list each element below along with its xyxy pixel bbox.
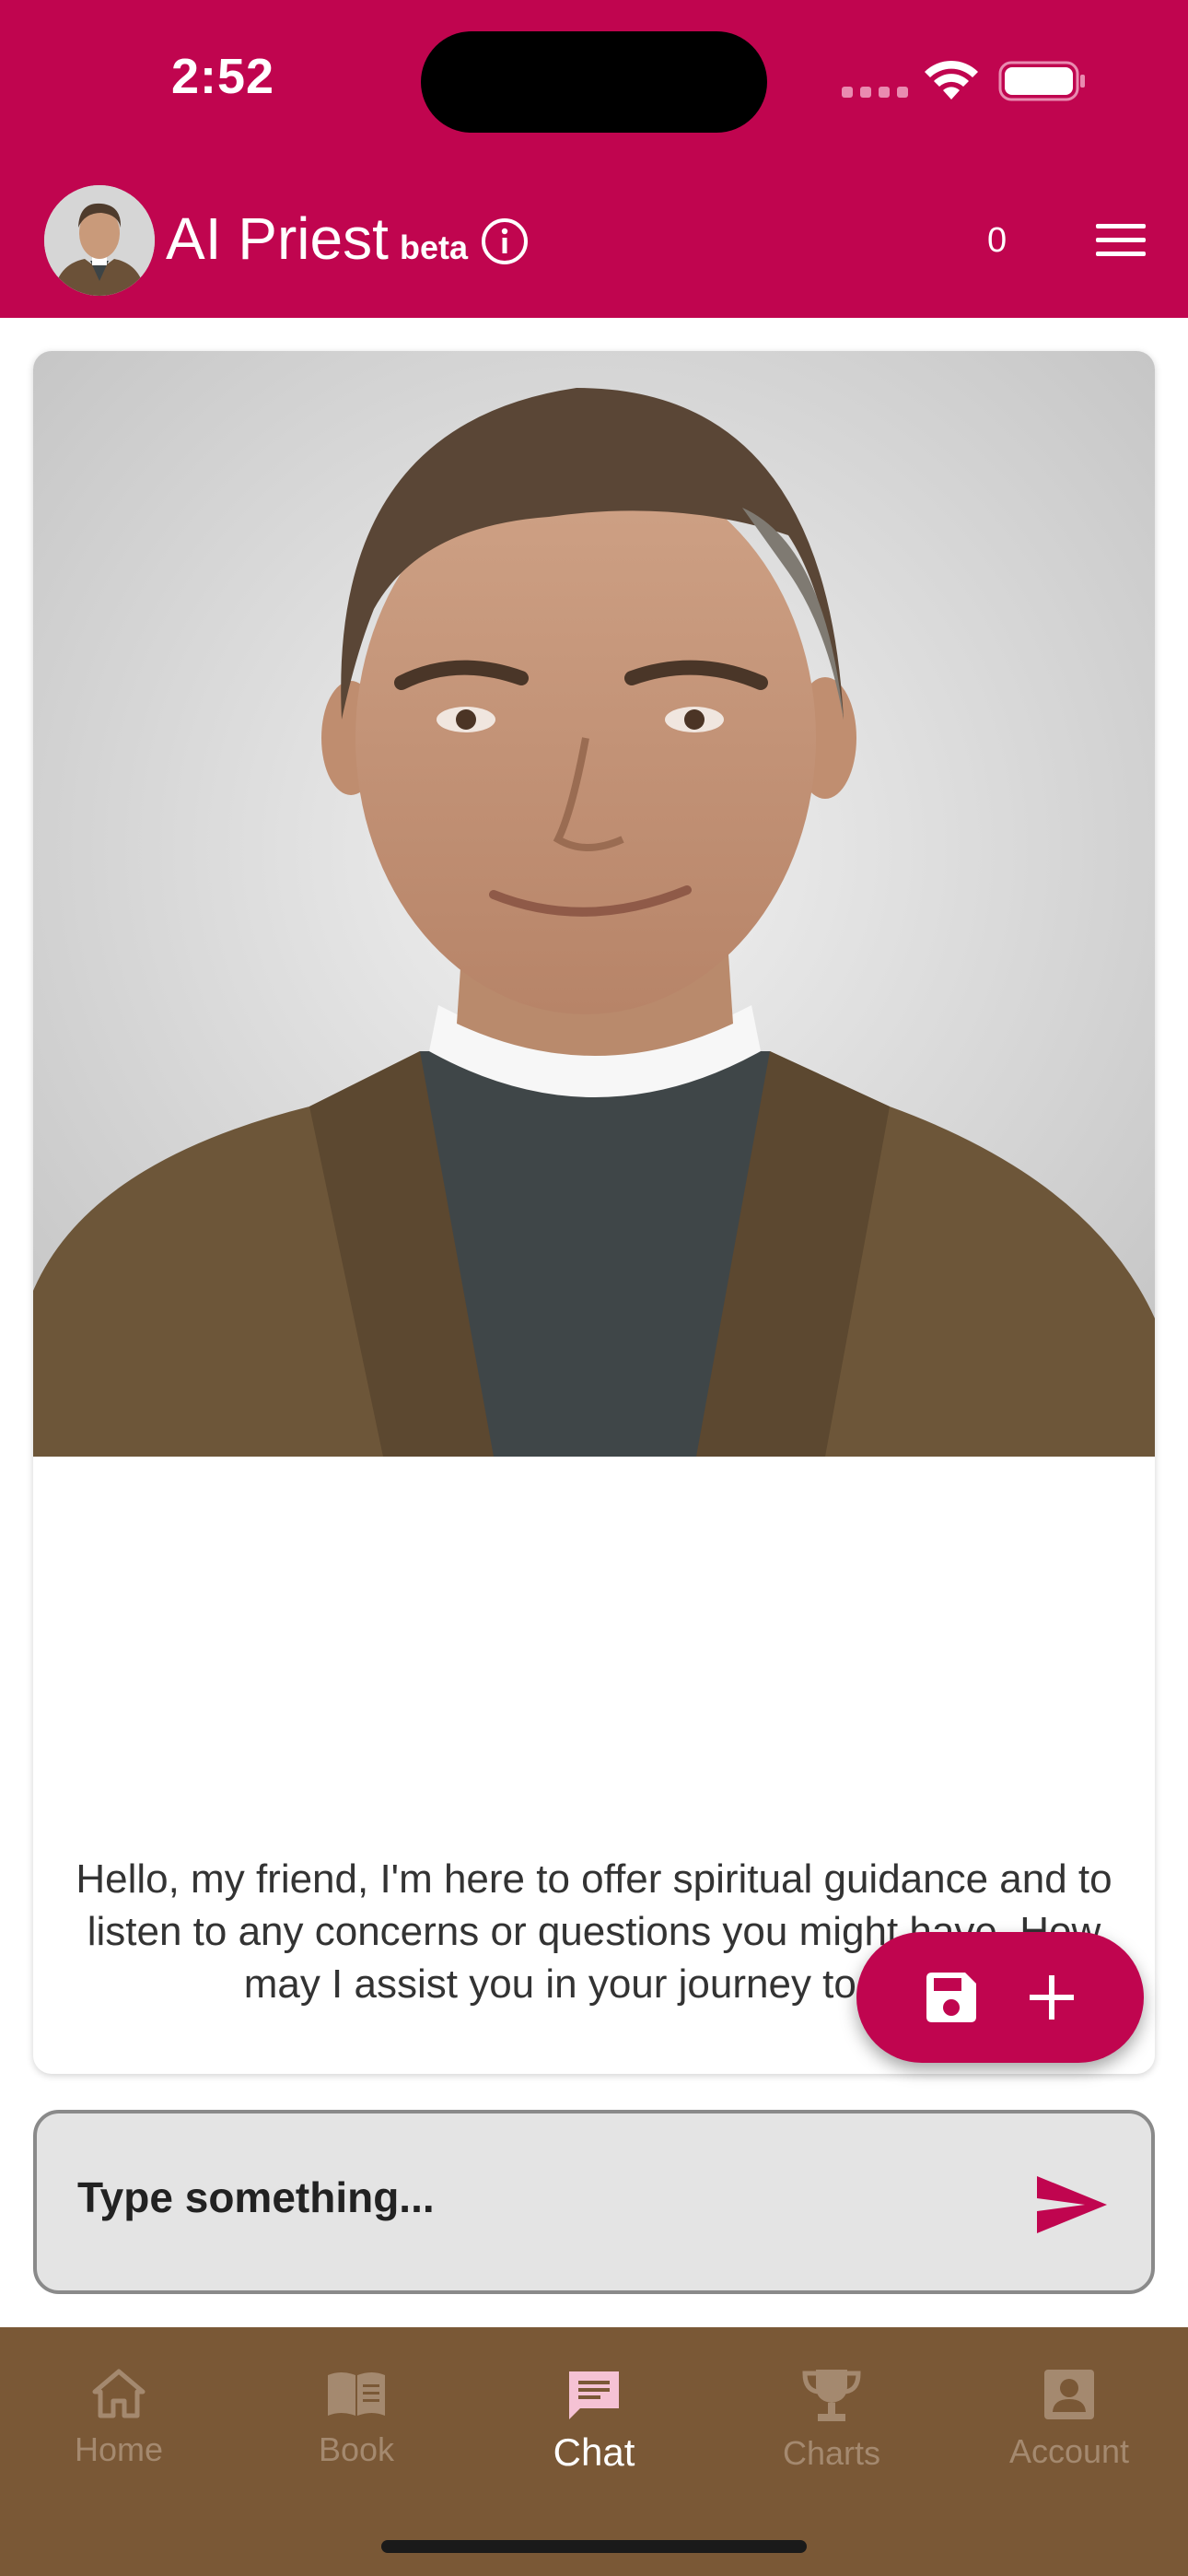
nav-label-charts: Charts xyxy=(782,2434,881,2472)
nav-item-chat[interactable]: Chat xyxy=(475,2353,713,2500)
status-time: 2:52 xyxy=(171,49,275,104)
app-header: 2:52 AI Priest beta 0 xyxy=(0,0,1188,318)
home-icon xyxy=(92,2369,146,2418)
nav-label-chat: Chat xyxy=(553,2430,635,2474)
app-title: AI Priest xyxy=(166,205,389,272)
priest-portrait xyxy=(33,351,1155,1457)
nav-item-home[interactable]: Home xyxy=(0,2353,238,2500)
home-indicator[interactable] xyxy=(381,2540,807,2553)
book-icon xyxy=(328,2372,385,2416)
info-icon[interactable] xyxy=(480,217,530,266)
nav-item-account[interactable]: Account xyxy=(950,2353,1188,2500)
chat-icon xyxy=(569,2371,619,2419)
save-icon[interactable] xyxy=(921,1967,982,2028)
dynamic-island xyxy=(421,31,767,133)
nav-item-charts[interactable]: Charts xyxy=(713,2353,950,2500)
save-new-chat-fab[interactable] xyxy=(856,1932,1144,2063)
nav-label-book: Book xyxy=(318,2430,395,2468)
priest-avatar[interactable] xyxy=(44,185,155,296)
trophy-icon xyxy=(802,2370,861,2421)
plus-icon[interactable] xyxy=(1024,1970,1079,2025)
nav-item-book[interactable]: Book xyxy=(238,2353,475,2500)
credit-count: 0 xyxy=(987,221,1007,260)
message-input-box[interactable] xyxy=(33,2110,1155,2294)
screen: 2:52 AI Priest beta 0 Hello, my friend, … xyxy=(0,0,1188,2576)
nav-label-account: Account xyxy=(1008,2432,1130,2470)
bottom-navigation: Home Book Chat Charts Account xyxy=(0,2327,1188,2576)
hamburger-menu-icon[interactable] xyxy=(1094,219,1147,262)
beta-badge: beta xyxy=(400,228,469,266)
message-input[interactable] xyxy=(77,2172,998,2222)
signal-dots-icon xyxy=(842,87,908,98)
battery-icon xyxy=(998,61,1085,101)
wifi-icon xyxy=(925,60,978,100)
chat-card: Hello, my friend, I'm here to offer spir… xyxy=(33,351,1155,2074)
nav-label-home: Home xyxy=(74,2430,164,2468)
account-icon xyxy=(1044,2370,1094,2419)
send-icon[interactable] xyxy=(1033,2172,1111,2237)
